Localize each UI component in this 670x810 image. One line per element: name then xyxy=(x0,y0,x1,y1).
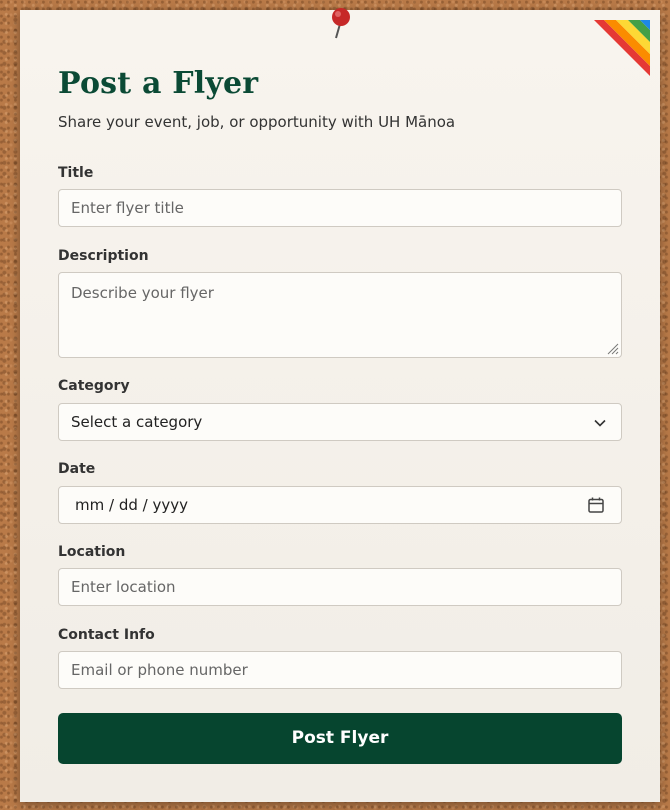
page-subtitle: Share your event, job, or opportunity wi… xyxy=(58,113,456,131)
post-flyer-card: Post a Flyer Share your event, job, or o… xyxy=(20,8,660,802)
page-title: Post a Flyer xyxy=(58,66,259,101)
description-label: Description xyxy=(58,248,149,264)
title-placeholder: Enter flyer title xyxy=(71,199,184,217)
location-placeholder: Enter location xyxy=(71,578,176,596)
push-pin-icon xyxy=(332,8,350,39)
category-select[interactable]: Select a category xyxy=(58,403,622,441)
title-label: Title xyxy=(58,165,94,181)
date-input[interactable]: mm / dd / yyyy xyxy=(58,486,622,524)
date-label: Date xyxy=(58,461,96,477)
description-placeholder: Describe your flyer xyxy=(71,284,214,302)
date-value: mm / dd / yyyy xyxy=(75,496,188,514)
rainbow-corner-icon xyxy=(594,20,650,76)
location-input[interactable]: Enter location xyxy=(58,568,622,606)
calendar-icon[interactable] xyxy=(587,496,605,514)
resize-handle-icon[interactable] xyxy=(605,341,619,355)
category-selected-value: Select a category xyxy=(71,413,203,431)
category-label: Category xyxy=(58,378,130,394)
title-input[interactable]: Enter flyer title xyxy=(58,189,622,227)
chevron-down-icon xyxy=(594,419,606,427)
contact-label: Contact Info xyxy=(58,627,155,643)
description-textarea[interactable]: Describe your flyer xyxy=(58,272,622,358)
location-label: Location xyxy=(58,544,126,560)
contact-input[interactable]: Email or phone number xyxy=(58,651,622,689)
post-flyer-button[interactable]: Post Flyer xyxy=(58,713,622,764)
contact-placeholder: Email or phone number xyxy=(71,661,248,679)
